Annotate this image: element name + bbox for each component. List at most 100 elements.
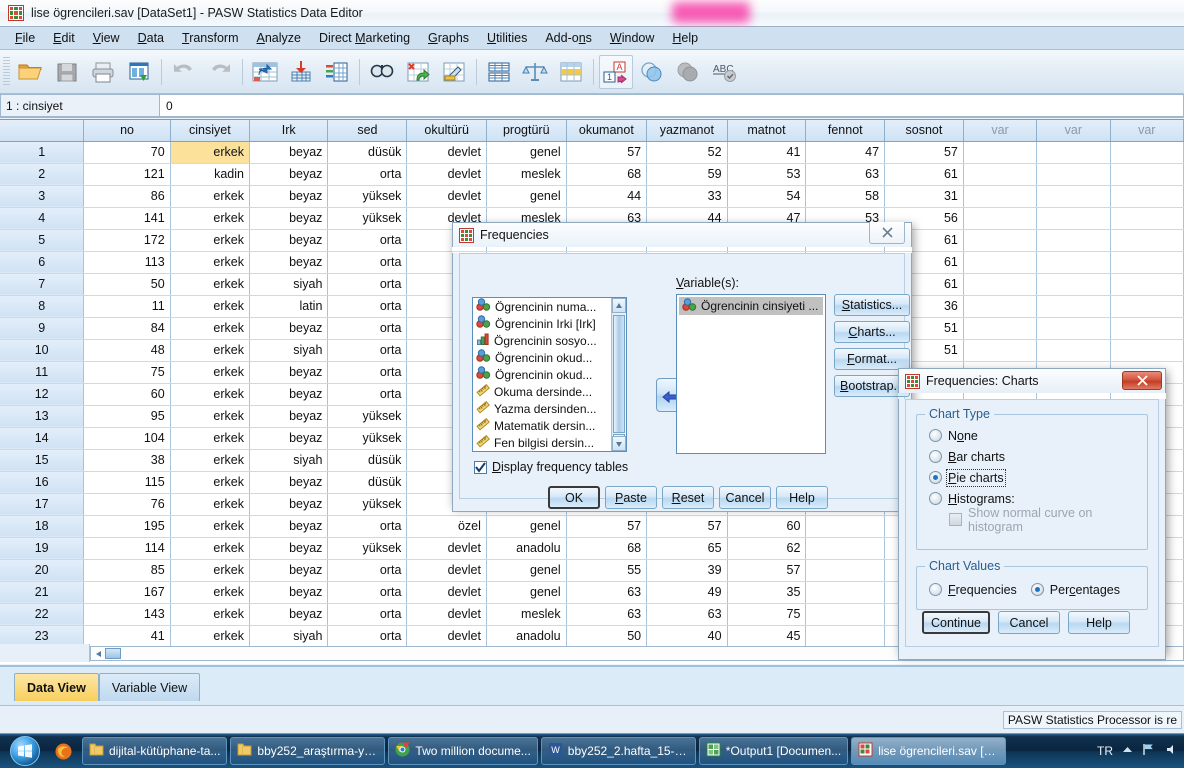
row-header[interactable]: 19	[0, 537, 85, 560]
cell-var[interactable]	[1036, 295, 1111, 318]
row-header[interactable]: 21	[0, 581, 85, 604]
cell-sed[interactable]: orta	[327, 295, 408, 318]
cell-no[interactable]: 84	[83, 317, 171, 340]
cell-okumanot[interactable]: 57	[566, 141, 648, 164]
list-item[interactable]: Yazma dersinden...	[473, 400, 626, 417]
cell-yazmanot[interactable]: 59	[646, 163, 728, 186]
scrollbar-thumb[interactable]	[613, 315, 625, 433]
row-header[interactable]: 4	[0, 207, 85, 230]
row-header[interactable]: 12	[0, 383, 85, 406]
taskbar-button-4[interactable]: W bby252_2.hafta_15-3...	[540, 737, 696, 765]
cell-sosnot[interactable]: 31	[884, 185, 964, 208]
cell-var[interactable]	[1036, 273, 1111, 296]
cell-no[interactable]: 85	[83, 559, 171, 582]
column-header-fennot[interactable]: fennot	[805, 120, 886, 142]
cell-okumanot[interactable]: 55	[566, 559, 648, 582]
column-header-sed[interactable]: sed	[327, 120, 408, 142]
list-item[interactable]: Ögrencinin okud...	[473, 349, 626, 366]
toolbar-grip[interactable]	[3, 56, 10, 87]
cell-matnot[interactable]: 54	[727, 185, 807, 208]
cell-cinsiyet[interactable]: erkek	[170, 493, 250, 516]
cell-var[interactable]	[963, 317, 1038, 340]
cell-no[interactable]: 143	[83, 603, 171, 626]
goto-variable-icon[interactable]	[284, 55, 318, 89]
cell-Irk[interactable]: beyaz	[249, 185, 329, 208]
save-icon[interactable]	[50, 55, 84, 89]
taskbar-button-2[interactable]: bby252_araştırma-yö...	[230, 737, 386, 765]
cell-sed[interactable]: orta	[327, 559, 408, 582]
cell-progtürü[interactable]: anadolu	[486, 537, 567, 560]
cell-cinsiyet[interactable]: kadin	[170, 163, 250, 186]
menu-help[interactable]: Help	[663, 29, 707, 47]
cell-var[interactable]	[1036, 229, 1111, 252]
cell-var[interactable]	[963, 185, 1038, 208]
cell-okultürü[interactable]: devlet	[406, 603, 487, 626]
column-header-var-3[interactable]: var	[1110, 120, 1184, 142]
cell-sed[interactable]: orta	[327, 625, 408, 648]
list-item[interactable]: Fen bilgisi dersin...	[473, 434, 626, 451]
cell-Irk[interactable]: siyah	[249, 625, 329, 648]
row-header[interactable]: 9	[0, 317, 85, 340]
spell-check-icon[interactable]: ABC	[707, 55, 741, 89]
display-frequency-tables-checkbox[interactable]: Display frequency tables	[474, 460, 628, 474]
cell-sed[interactable]: orta	[327, 229, 408, 252]
cell-matnot[interactable]: 41	[727, 141, 807, 164]
list-item[interactable]: Matematik dersin...	[473, 417, 626, 434]
cell-no[interactable]: 195	[83, 515, 171, 538]
cell-var[interactable]	[1110, 251, 1184, 274]
reset-button[interactable]: Reset	[662, 486, 714, 509]
cell-sosnot[interactable]: 61	[884, 163, 964, 186]
cell-no[interactable]: 113	[83, 251, 171, 274]
column-header-progturu[interactable]: progtürü	[486, 120, 567, 142]
cell-no[interactable]: 114	[83, 537, 171, 560]
radio-bar-charts[interactable]: Bar charts	[929, 446, 1147, 467]
cell-okumanot[interactable]: 68	[566, 163, 648, 186]
frequencies-dialog-titlebar[interactable]: Frequencies	[452, 222, 912, 247]
cell-var[interactable]	[1110, 229, 1184, 252]
open-file-icon[interactable]	[14, 55, 48, 89]
cell-var[interactable]	[963, 251, 1038, 274]
row-header[interactable]: 5	[0, 229, 85, 252]
cell-cinsiyet[interactable]: erkek	[170, 405, 250, 428]
list-item[interactable]: Okuma dersinde...	[473, 383, 626, 400]
cell-sed[interactable]: orta	[327, 515, 408, 538]
radio-pie-charts[interactable]: Pie charts	[929, 467, 1147, 488]
cell-cinsiyet[interactable]: erkek	[170, 603, 250, 626]
menu-file[interactable]: File	[6, 29, 44, 47]
cell-var[interactable]	[1110, 141, 1184, 164]
cell-var[interactable]	[1036, 185, 1111, 208]
cell-fennot[interactable]	[805, 603, 886, 626]
column-header-cinsiyet[interactable]: cinsiyet	[170, 120, 250, 142]
frequencies-dialog[interactable]: Frequencies Ögrencinin numa... Ögrencinin…	[452, 222, 912, 512]
cell-okultürü[interactable]: devlet	[406, 163, 487, 186]
cell-sed[interactable]: orta	[327, 383, 408, 406]
cell-fennot[interactable]	[805, 515, 886, 538]
cell-sed[interactable]: düsük	[327, 141, 408, 164]
show-hidden-icons-icon[interactable]	[1122, 744, 1133, 758]
cell-yazmanot[interactable]: 33	[646, 185, 728, 208]
cell-okultürü[interactable]: devlet	[406, 141, 487, 164]
charts-close-icon[interactable]	[1122, 371, 1162, 390]
cell-Irk[interactable]: beyaz	[249, 581, 329, 604]
scroll-left-arrow-icon[interactable]	[92, 648, 105, 659]
cell-progtürü[interactable]: genel	[486, 515, 567, 538]
help-button[interactable]: Help	[1068, 611, 1130, 634]
cell-Irk[interactable]: beyaz	[249, 405, 329, 428]
radio-frequencies[interactable]: Frequencies	[929, 579, 1017, 600]
cell-Irk[interactable]: beyaz	[249, 493, 329, 516]
cell-cinsiyet[interactable]: erkek	[170, 537, 250, 560]
cell-cinsiyet[interactable]: erkek	[170, 449, 250, 472]
cell-cinsiyet[interactable]: erkek	[170, 185, 250, 208]
cell-Irk[interactable]: beyaz	[249, 251, 329, 274]
cell-value-input[interactable]: 0	[160, 94, 1184, 117]
cell-Irk[interactable]: siyah	[249, 339, 329, 362]
charts-button[interactable]: Charts...	[834, 321, 910, 343]
cell-fennot[interactable]: 58	[805, 185, 886, 208]
cell-matnot[interactable]: 60	[727, 515, 807, 538]
cell-Irk[interactable]: siyah	[249, 273, 329, 296]
list-item[interactable]: Ögrencinin sosyo...	[473, 332, 626, 349]
menu-direct-marketing[interactable]: Direct Marketing	[310, 29, 419, 47]
row-header[interactable]: 18	[0, 515, 85, 538]
menu-data[interactable]: Data	[129, 29, 173, 47]
cell-okumanot[interactable]: 68	[566, 537, 648, 560]
